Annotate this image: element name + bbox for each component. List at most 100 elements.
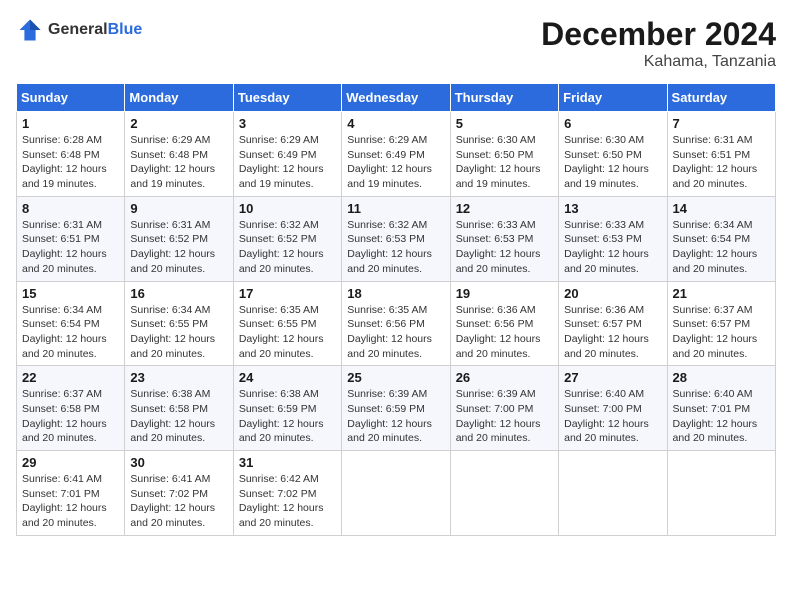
day-cell: 18Sunrise: 6:35 AM Sunset: 6:56 PM Dayli… <box>342 281 450 366</box>
day-cell: 23 Sunrise: 6:38 AM Sunset: 6:58 PM Dayli… <box>125 366 233 451</box>
day-info: Sunrise: 6:38 AM Sunset: 6:58 PM Dayligh… <box>130 387 227 446</box>
day-info: Sunrise: 6:34 AM Sunset: 6:54 PM Dayligh… <box>673 218 770 277</box>
day-cell: 31 Sunrise: 6:42 AM Sunset: 7:02 PM Dayli… <box>233 451 341 536</box>
day-info: Sunrise: 6:36 AM Sunset: 6:57 PM Dayligh… <box>564 303 661 362</box>
day-info: Sunrise: 6:28 AM Sunset: 6:48 PM Dayligh… <box>22 133 119 192</box>
day-cell: 19 Sunrise: 6:36 AM Sunset: 6:56 PM Dayli… <box>450 281 558 366</box>
title-block: December 2024 Kahama, Tanzania <box>541 16 776 71</box>
day-cell: 3 Sunrise: 6:29 AM Sunset: 6:49 PM Daylig… <box>233 112 341 197</box>
day-number: 21 <box>673 286 770 301</box>
weekday-monday: Monday <box>125 84 233 112</box>
day-number: 26 <box>456 370 553 385</box>
logo-text: GeneralBlue <box>48 21 142 39</box>
day-number: 10 <box>239 201 336 216</box>
month-title: December 2024 <box>541 16 776 53</box>
day-number: 23 <box>130 370 227 385</box>
day-cell: 21 Sunrise: 6:37 AM Sunset: 6:57 PM Dayli… <box>667 281 775 366</box>
day-number: 4 <box>347 116 444 131</box>
day-cell: 30 Sunrise: 6:41 AM Sunset: 7:02 PM Dayli… <box>125 451 233 536</box>
week-row-5: 29 Sunrise: 6:41 AM Sunset: 7:01 PM Dayli… <box>17 451 776 536</box>
day-info: Sunrise: 6:29 AM Sunset: 6:49 PM Dayligh… <box>347 133 444 192</box>
calendar-body: 1 Sunrise: 6:28 AM Sunset: 6:48 PM Daylig… <box>17 112 776 536</box>
day-cell: 2Sunrise: 6:29 AM Sunset: 6:48 PM Daylig… <box>125 112 233 197</box>
day-cell: 9Sunrise: 6:31 AM Sunset: 6:52 PM Daylig… <box>125 196 233 281</box>
day-number: 25 <box>347 370 444 385</box>
weekday-header: SundayMondayTuesdayWednesdayThursdayFrid… <box>17 84 776 112</box>
day-cell: 4 Sunrise: 6:29 AM Sunset: 6:49 PM Daylig… <box>342 112 450 197</box>
day-cell <box>342 451 450 536</box>
day-cell: 24 Sunrise: 6:38 AM Sunset: 6:59 PM Dayli… <box>233 366 341 451</box>
day-cell <box>667 451 775 536</box>
week-row-2: 8 Sunrise: 6:31 AM Sunset: 6:51 PM Daylig… <box>17 196 776 281</box>
day-info: Sunrise: 6:33 AM Sunset: 6:53 PM Dayligh… <box>456 218 553 277</box>
day-number: 8 <box>22 201 119 216</box>
day-info: Sunrise: 6:35 AM Sunset: 6:56 PM Dayligh… <box>347 303 444 362</box>
day-cell: 22Sunrise: 6:37 AM Sunset: 6:58 PM Dayli… <box>17 366 125 451</box>
day-info: Sunrise: 6:39 AM Sunset: 6:59 PM Dayligh… <box>347 387 444 446</box>
day-number: 22 <box>22 370 119 385</box>
day-info: Sunrise: 6:30 AM Sunset: 6:50 PM Dayligh… <box>564 133 661 192</box>
day-info: Sunrise: 6:29 AM Sunset: 6:49 PM Dayligh… <box>239 133 336 192</box>
day-cell: 25 Sunrise: 6:39 AM Sunset: 6:59 PM Dayli… <box>342 366 450 451</box>
week-row-1: 1 Sunrise: 6:28 AM Sunset: 6:48 PM Daylig… <box>17 112 776 197</box>
day-cell: 27 Sunrise: 6:40 AM Sunset: 7:00 PM Dayli… <box>559 366 667 451</box>
day-number: 6 <box>564 116 661 131</box>
day-info: Sunrise: 6:31 AM Sunset: 6:51 PM Dayligh… <box>673 133 770 192</box>
day-number: 31 <box>239 455 336 470</box>
week-row-3: 15Sunrise: 6:34 AM Sunset: 6:54 PM Dayli… <box>17 281 776 366</box>
day-info: Sunrise: 6:37 AM Sunset: 6:57 PM Dayligh… <box>673 303 770 362</box>
day-number: 20 <box>564 286 661 301</box>
day-number: 17 <box>239 286 336 301</box>
day-cell: 16 Sunrise: 6:34 AM Sunset: 6:55 PM Dayli… <box>125 281 233 366</box>
day-cell <box>450 451 558 536</box>
weekday-wednesday: Wednesday <box>342 84 450 112</box>
day-number: 19 <box>456 286 553 301</box>
day-info: Sunrise: 6:42 AM Sunset: 7:02 PM Dayligh… <box>239 472 336 531</box>
day-number: 27 <box>564 370 661 385</box>
day-cell: 1 Sunrise: 6:28 AM Sunset: 6:48 PM Daylig… <box>17 112 125 197</box>
day-number: 9 <box>130 201 227 216</box>
day-cell: 6 Sunrise: 6:30 AM Sunset: 6:50 PM Daylig… <box>559 112 667 197</box>
day-info: Sunrise: 6:30 AM Sunset: 6:50 PM Dayligh… <box>456 133 553 192</box>
day-info: Sunrise: 6:41 AM Sunset: 7:02 PM Dayligh… <box>130 472 227 531</box>
day-number: 24 <box>239 370 336 385</box>
weekday-sunday: Sunday <box>17 84 125 112</box>
day-info: Sunrise: 6:32 AM Sunset: 6:53 PM Dayligh… <box>347 218 444 277</box>
day-cell: 7Sunrise: 6:31 AM Sunset: 6:51 PM Daylig… <box>667 112 775 197</box>
day-cell: 5Sunrise: 6:30 AM Sunset: 6:50 PM Daylig… <box>450 112 558 197</box>
day-number: 3 <box>239 116 336 131</box>
day-info: Sunrise: 6:32 AM Sunset: 6:52 PM Dayligh… <box>239 218 336 277</box>
day-cell: 13Sunrise: 6:33 AM Sunset: 6:53 PM Dayli… <box>559 196 667 281</box>
day-number: 12 <box>456 201 553 216</box>
logo: GeneralBlue <box>16 16 142 44</box>
day-info: Sunrise: 6:38 AM Sunset: 6:59 PM Dayligh… <box>239 387 336 446</box>
day-cell: 8 Sunrise: 6:31 AM Sunset: 6:51 PM Daylig… <box>17 196 125 281</box>
day-number: 28 <box>673 370 770 385</box>
location: Kahama, Tanzania <box>541 53 776 71</box>
page-header: GeneralBlue December 2024 Kahama, Tanzan… <box>16 16 776 71</box>
day-number: 16 <box>130 286 227 301</box>
day-info: Sunrise: 6:40 AM Sunset: 7:01 PM Dayligh… <box>673 387 770 446</box>
day-info: Sunrise: 6:31 AM Sunset: 6:51 PM Dayligh… <box>22 218 119 277</box>
day-info: Sunrise: 6:34 AM Sunset: 6:54 PM Dayligh… <box>22 303 119 362</box>
day-cell: 14 Sunrise: 6:34 AM Sunset: 6:54 PM Dayli… <box>667 196 775 281</box>
day-number: 1 <box>22 116 119 131</box>
day-cell: 28 Sunrise: 6:40 AM Sunset: 7:01 PM Dayli… <box>667 366 775 451</box>
day-info: Sunrise: 6:41 AM Sunset: 7:01 PM Dayligh… <box>22 472 119 531</box>
day-cell <box>559 451 667 536</box>
day-cell: 29 Sunrise: 6:41 AM Sunset: 7:01 PM Dayli… <box>17 451 125 536</box>
logo-icon <box>16 16 44 44</box>
day-cell: 20 Sunrise: 6:36 AM Sunset: 6:57 PM Dayli… <box>559 281 667 366</box>
day-number: 11 <box>347 201 444 216</box>
day-number: 2 <box>130 116 227 131</box>
day-info: Sunrise: 6:36 AM Sunset: 6:56 PM Dayligh… <box>456 303 553 362</box>
day-number: 14 <box>673 201 770 216</box>
weekday-friday: Friday <box>559 84 667 112</box>
weekday-thursday: Thursday <box>450 84 558 112</box>
day-info: Sunrise: 6:34 AM Sunset: 6:55 PM Dayligh… <box>130 303 227 362</box>
day-number: 29 <box>22 455 119 470</box>
day-info: Sunrise: 6:40 AM Sunset: 7:00 PM Dayligh… <box>564 387 661 446</box>
day-number: 30 <box>130 455 227 470</box>
weekday-tuesday: Tuesday <box>233 84 341 112</box>
day-cell: 26Sunrise: 6:39 AM Sunset: 7:00 PM Dayli… <box>450 366 558 451</box>
